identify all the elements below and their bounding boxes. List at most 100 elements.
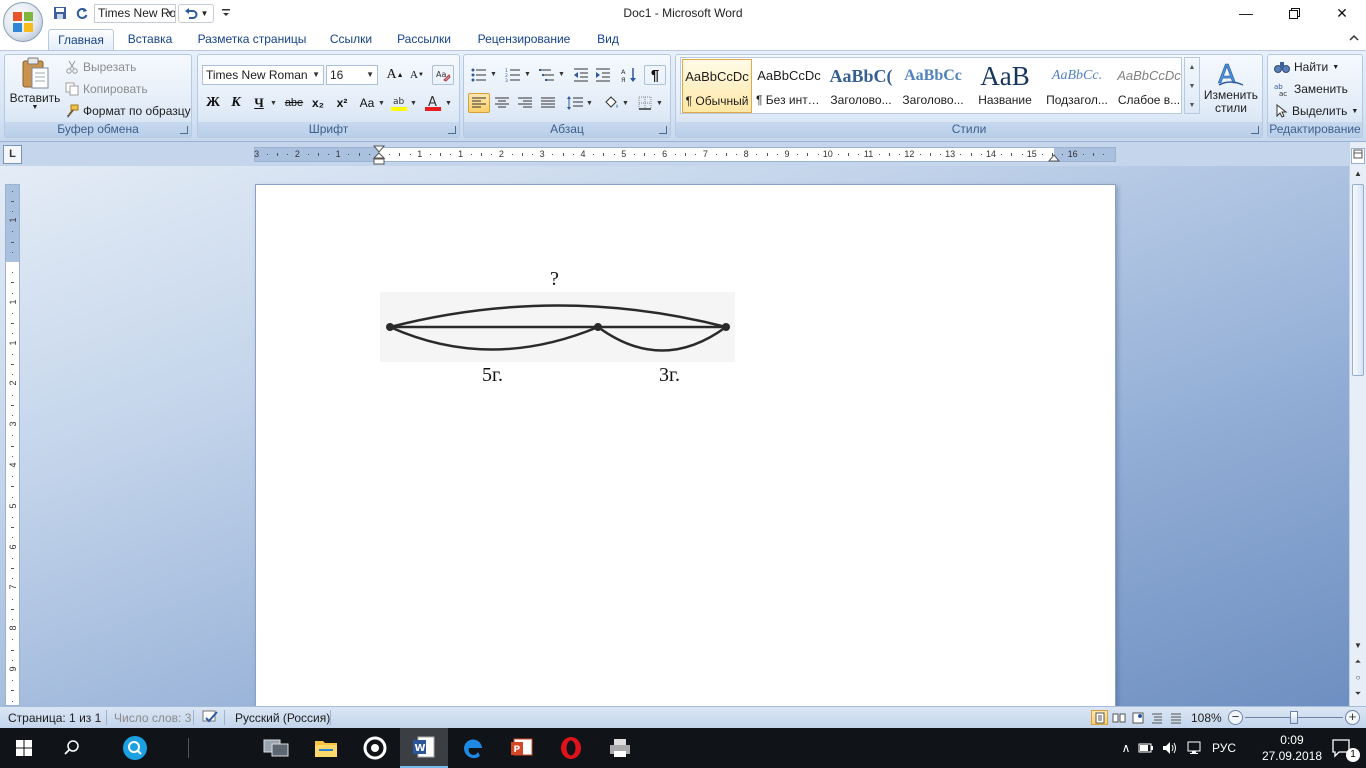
print-layout-button[interactable] <box>1091 710 1108 725</box>
superscript-button[interactable]: x² <box>331 93 353 113</box>
tab-references[interactable]: Ссылки <box>322 29 380 50</box>
tab-home[interactable]: Главная <box>48 29 114 50</box>
show-marks-button[interactable]: ¶ <box>644 65 666 85</box>
justify-button[interactable] <box>537 93 559 113</box>
cut-button[interactable]: Вырезать <box>65 60 136 74</box>
clipboard-launcher-button[interactable] <box>180 126 188 134</box>
full-screen-reading-button[interactable] <box>1110 710 1127 725</box>
subscript-button[interactable]: x₂ <box>307 93 329 113</box>
action-center-button[interactable]: 1 <box>1318 728 1366 768</box>
next-page-button[interactable]: ⏷ <box>1351 686 1365 702</box>
indent-marker-icon[interactable] <box>373 145 385 166</box>
replace-button[interactable]: ab ac Заменить <box>1274 82 1348 96</box>
scroll-down-button[interactable]: ▼ <box>1351 638 1365 654</box>
volume-button[interactable] <box>1158 741 1182 755</box>
style-no-spacing[interactable]: AaBbCcDc ¶ Без инте... <box>754 59 824 113</box>
start-button[interactable] <box>0 728 48 768</box>
gallery-up-button[interactable]: ▲ <box>1185 58 1199 77</box>
taskbar-app-circle[interactable] <box>351 728 399 768</box>
scrollbar-thumb[interactable] <box>1352 184 1364 376</box>
language-indicator[interactable]: Русский (Россия) <box>235 711 330 725</box>
undo-button[interactable]: ▼ <box>178 3 214 23</box>
line-spacing-button[interactable] <box>564 93 586 113</box>
increase-indent-button[interactable] <box>592 65 614 85</box>
taskbar-word[interactable]: W <box>400 728 448 768</box>
office-button[interactable] <box>3 2 43 42</box>
minimize-button[interactable]: — <box>1222 0 1270 26</box>
clear-formatting-button[interactable]: Aa <box>432 65 454 85</box>
bullets-button[interactable] <box>468 65 490 85</box>
network-button[interactable] <box>1182 741 1206 755</box>
highlight-button[interactable]: ab <box>388 93 410 113</box>
shrink-font-button[interactable]: A ▼ <box>406 65 428 85</box>
style-normal[interactable]: AaBbCcDc ¶ Обычный <box>682 59 752 113</box>
taskbar-printer[interactable] <box>596 728 644 768</box>
qat-font-combo[interactable]: Times New Ro ▼ <box>94 3 176 23</box>
strikethrough-button[interactable]: abe <box>283 93 305 113</box>
style-subtitle[interactable]: AaBbCc. Подзагол... <box>1042 59 1112 113</box>
tab-selector-button[interactable]: L <box>3 145 22 164</box>
segment-diagram[interactable] <box>380 292 735 362</box>
copy-button[interactable]: Копировать <box>65 82 148 96</box>
font-name-combo[interactable]: Times New Roman ▼ <box>202 65 324 85</box>
taskbar-powerpoint[interactable]: P <box>498 728 546 768</box>
style-heading-1[interactable]: AaBbC( Заголово... <box>826 59 896 113</box>
customize-qat-button[interactable] <box>216 3 236 23</box>
paste-button[interactable]: Вставить ▼ <box>9 57 61 119</box>
align-right-button[interactable] <box>514 93 536 113</box>
search-button[interactable] <box>48 728 96 768</box>
taskbar-opera[interactable] <box>547 728 595 768</box>
taskbar-file-explorer[interactable] <box>302 728 350 768</box>
zoom-in-button[interactable]: + <box>1345 710 1360 725</box>
tab-insert[interactable]: Вставка <box>120 29 180 50</box>
borders-button[interactable] <box>634 93 656 113</box>
font-launcher-button[interactable] <box>448 126 456 134</box>
bold-button[interactable]: Ж <box>202 93 224 113</box>
change-styles-button[interactable]: A Изменить стили <box>1201 59 1261 115</box>
format-painter-button[interactable]: Формат по образцу <box>65 104 191 118</box>
page-count[interactable]: Страница: 1 из 1 <box>8 711 101 725</box>
horizontal-ruler[interactable]: 3 2 1 1 1 2 3 4 5 6 7 8 9 10 11 12 13 14 15 16 <box>254 145 1116 165</box>
style-title[interactable]: AaB Название <box>970 59 1040 113</box>
right-indent-marker-icon[interactable] <box>1048 151 1060 163</box>
close-button[interactable]: ✕ <box>1318 0 1366 26</box>
decrease-indent-button[interactable] <box>570 65 592 85</box>
shading-button[interactable] <box>600 93 622 113</box>
align-center-button[interactable] <box>491 93 513 113</box>
underline-button[interactable]: Ч <box>248 93 270 113</box>
sort-button[interactable]: AЯ <box>618 65 640 85</box>
change-case-button[interactable]: Aa <box>356 93 378 113</box>
help-button[interactable] <box>1348 32 1360 47</box>
multilevel-list-button[interactable] <box>536 65 558 85</box>
styles-launcher-button[interactable] <box>1251 126 1259 134</box>
repeat-button[interactable] <box>72 3 92 23</box>
select-browse-object-button[interactable]: ○ <box>1351 670 1365 686</box>
align-left-button[interactable] <box>468 93 490 113</box>
select-button[interactable]: Выделить ▼ <box>1274 104 1358 118</box>
gallery-down-button[interactable]: ▼ <box>1185 77 1199 96</box>
tab-review[interactable]: Рецензирование <box>468 29 580 50</box>
zoom-out-button[interactable]: − <box>1228 710 1243 725</box>
web-layout-button[interactable] <box>1129 710 1146 725</box>
taskbar-search-app[interactable] <box>111 728 159 768</box>
battery-button[interactable] <box>1134 742 1158 754</box>
scroll-up-button[interactable]: ▲ <box>1351 166 1365 182</box>
gallery-more-button[interactable]: ▼ <box>1185 96 1199 115</box>
numbering-button[interactable]: 123 <box>502 65 524 85</box>
tray-expand-button[interactable]: ∧ <box>1118 741 1134 755</box>
vertical-scrollbar[interactable]: ▲ ▼ ⏶ ○ ⏷ <box>1349 142 1366 706</box>
save-button[interactable] <box>50 3 70 23</box>
view-ruler-button[interactable] <box>1351 148 1365 164</box>
input-language-button[interactable]: РУС <box>1212 741 1236 755</box>
taskbar-edge[interactable] <box>449 728 497 768</box>
grow-font-button[interactable]: A ▲ <box>384 65 406 85</box>
draft-button[interactable] <box>1167 710 1184 725</box>
word-count[interactable]: Число слов: 3 <box>114 711 191 725</box>
clock[interactable]: 0:09 27.09.2018 <box>1262 732 1322 764</box>
style-subtle-emphasis[interactable]: AaBbCcDc Слабое в... <box>1114 59 1184 113</box>
italic-button[interactable]: К <box>225 93 247 113</box>
document-page[interactable] <box>255 184 1116 724</box>
style-heading-2[interactable]: AaBbCc Заголово... <box>898 59 968 113</box>
taskbar-app-virtualbox[interactable] <box>252 728 300 768</box>
restore-button[interactable] <box>1270 0 1318 26</box>
